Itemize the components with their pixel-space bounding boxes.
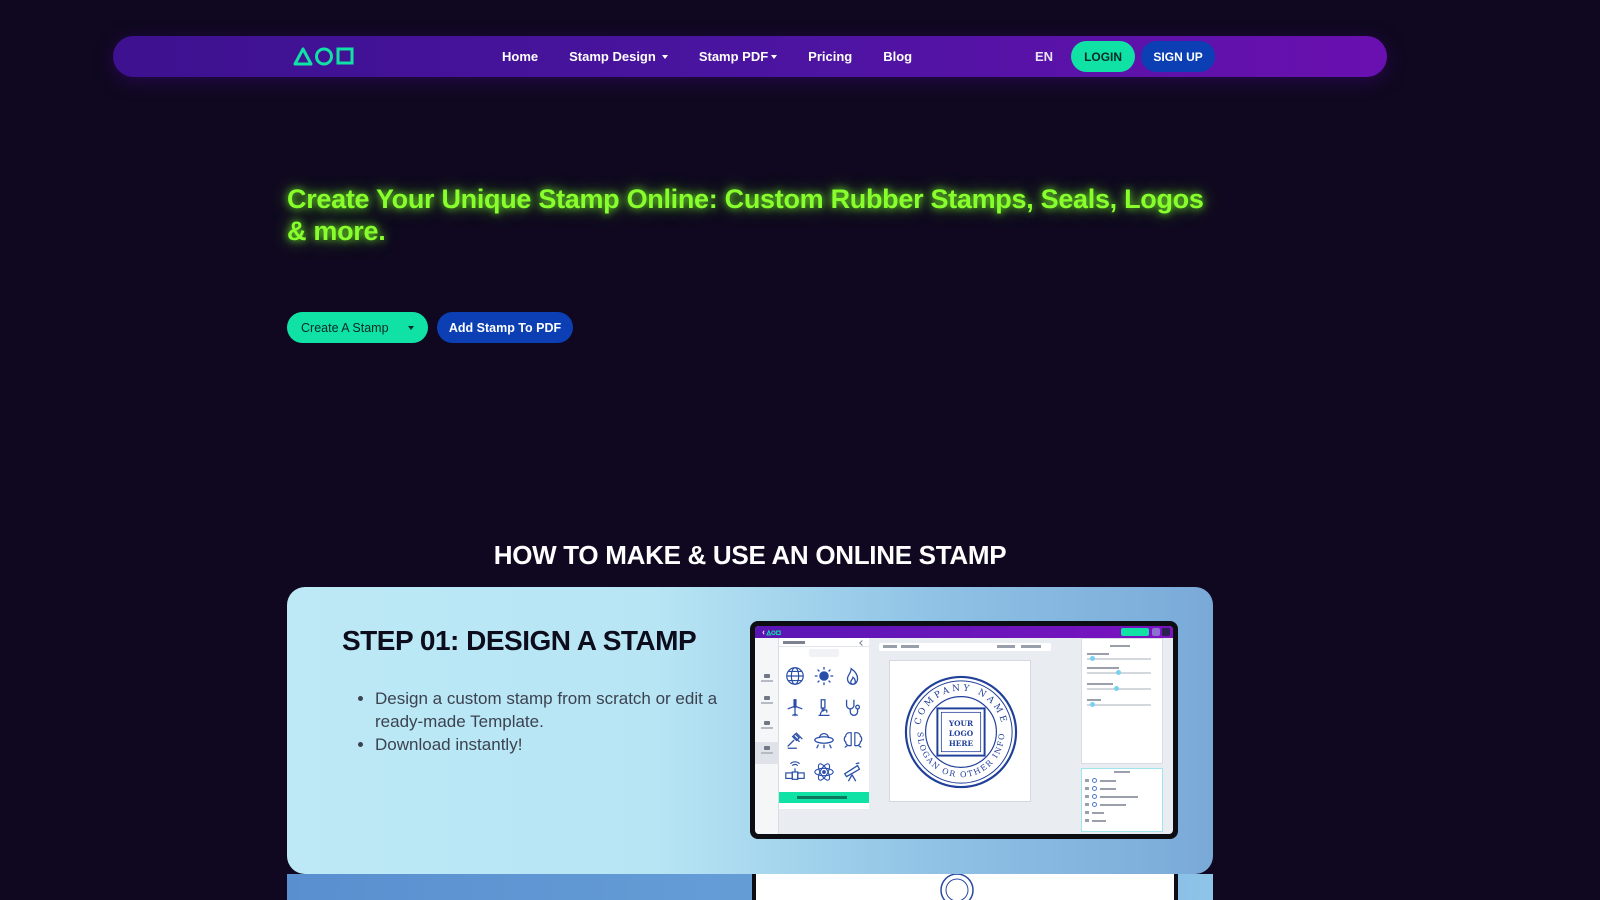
brand-logo-icon — [762, 628, 781, 635]
step-bullet: Download instantly! — [355, 733, 735, 756]
nav-stamp-pdf[interactable]: Stamp PDF — [699, 49, 778, 64]
nav-home[interactable]: Home — [502, 49, 538, 64]
create-stamp-button[interactable]: Create A Stamp — [287, 312, 428, 343]
add-stamp-to-pdf-button[interactable]: Add Stamp To PDF — [437, 312, 573, 343]
mockup-upload-button — [779, 792, 869, 803]
chevron-down-icon — [661, 54, 668, 59]
mockup-theme-icon — [1162, 628, 1170, 636]
editor-mockup: COMPANY NAME SLOGAN OR OTHER INFO YOUR L… — [750, 621, 1178, 839]
mockup-templates-icon — [760, 721, 774, 731]
mockup-header — [755, 626, 1173, 638]
signup-button[interactable]: SIGN UP — [1141, 41, 1216, 72]
step-01-card: STEP 01: DESIGN A STAMP Design a custom … — [287, 587, 1213, 874]
mockup-settings-icon — [1152, 628, 1160, 636]
stethoscope-icon — [839, 692, 867, 724]
step-01-bullets: Design a custom stamp from scratch or ed… — [355, 687, 735, 756]
howto-section-title: HOW TO MAKE & USE AN ONLINE STAMP — [493, 540, 1007, 570]
seal-center-line: HERE — [949, 739, 974, 748]
seal-center-line: YOUR — [948, 719, 974, 728]
brand-logo-icon[interactable] — [293, 44, 355, 68]
mockup-images-icon — [760, 746, 774, 756]
mockup-shapes-icon — [760, 674, 774, 684]
airplane-icon — [781, 692, 809, 724]
step-bullet: Design a custom stamp from scratch or ed… — [355, 687, 735, 733]
mockup-layers-panel — [1081, 768, 1163, 832]
nav-actions: EN LOGIN SIGN UP — [1035, 41, 1216, 72]
language-selector[interactable]: EN — [1035, 49, 1053, 64]
mockup-properties-panel — [1081, 638, 1163, 764]
gavel-icon — [781, 724, 809, 756]
nav-links: Home Stamp Design Stamp PDF Pricing Blog — [502, 36, 943, 77]
chevron-down-icon — [771, 54, 778, 59]
flame-icon — [839, 660, 867, 692]
login-button[interactable]: LOGIN — [1071, 41, 1136, 72]
microscope-icon — [810, 692, 838, 724]
chevron-down-icon — [408, 326, 414, 330]
editor-mockup-screen: COMPANY NAME SLOGAN OR OTHER INFO YOUR L… — [755, 626, 1173, 834]
mockup-icon-grid — [781, 660, 869, 788]
ufo-icon — [810, 724, 838, 756]
step-01-title: STEP 01: DESIGN A STAMP — [342, 625, 697, 656]
nav-blog[interactable]: Blog — [883, 49, 912, 64]
mockup-text-icon — [760, 696, 774, 706]
stamp-seal-preview: COMPANY NAME SLOGAN OR OTHER INFO YOUR L… — [904, 675, 1018, 789]
mockup-icon-panel — [779, 638, 869, 809]
globe-icon — [781, 660, 809, 692]
sun-icon — [810, 660, 838, 692]
atom-icon — [810, 756, 838, 788]
telescope-icon — [839, 756, 867, 788]
brain-icon — [839, 724, 867, 756]
top-navbar: Home Stamp Design Stamp PDF Pricing Blog… — [113, 36, 1387, 77]
hero-title: Create Your Unique Stamp Online: Custom … — [287, 184, 1204, 246]
satellite-icon — [781, 756, 809, 788]
mockup-toolbar — [879, 643, 1051, 651]
mockup-canvas: COMPANY NAME SLOGAN OR OTHER INFO YOUR L… — [889, 660, 1031, 802]
mockup-sidebar — [755, 638, 779, 834]
nav-stamp-design[interactable]: Stamp Design — [569, 49, 668, 64]
seal-preview-icon — [940, 873, 974, 900]
nav-pricing[interactable]: Pricing — [808, 49, 852, 64]
seal-center-line: LOGO — [949, 729, 974, 738]
hero-buttons: Create A Stamp Add Stamp To PDF — [287, 312, 573, 343]
mockup-download-button — [1121, 628, 1149, 636]
